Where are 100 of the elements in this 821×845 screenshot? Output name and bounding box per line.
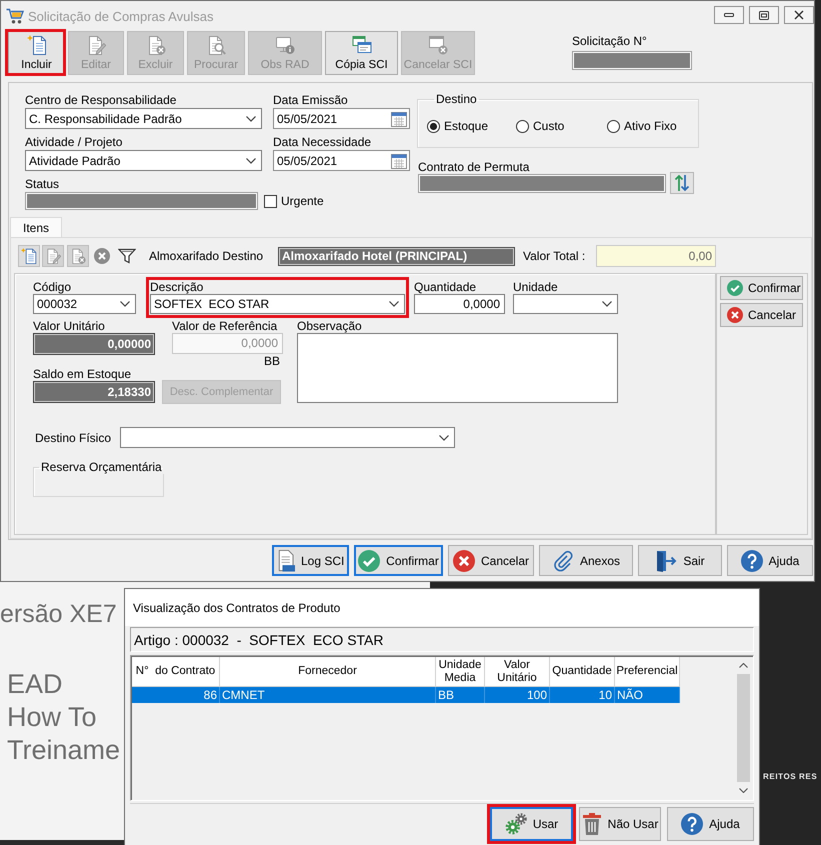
swap-button[interactable] [670,172,694,194]
action-button[interactable]: Ajuda [727,545,813,576]
input-field[interactable]: 0,0000 [414,294,505,314]
chevron-down-icon [246,158,256,164]
restore-icon [759,10,769,20]
group-title: Reserva Orçamentária [40,461,163,474]
chevron-down-icon [739,788,748,793]
action-button[interactable]: Confirmar [720,276,803,300]
field-label: Solicitação N° [572,34,648,49]
column-header: Quantidade [550,657,615,687]
dropdown-field[interactable]: SOFTEX ECO STAR [150,294,405,314]
monitor-info-icon [275,35,295,55]
radio-option[interactable]: Custo [516,119,564,133]
readonly-field[interactable] [25,192,258,210]
window-title: Visualização dos Contratos de Produto [133,600,340,614]
icon-button[interactable] [18,245,40,267]
column-header: Unidade Media [436,657,485,687]
text-area[interactable] [297,333,618,403]
table-cell: 10 [550,687,615,703]
action-button[interactable]: Ajuda [667,807,754,841]
readonly-field[interactable] [418,174,666,193]
close-icon [794,10,804,20]
readonly-field[interactable]: Almoxarifado Hotel (PRINCIPAL) [278,246,515,266]
heading-text: How To [7,701,97,734]
tab[interactable]: Itens [10,217,62,237]
check-circle-icon [727,280,743,296]
action-button[interactable]: Não Usar [579,807,661,841]
action-button[interactable]: Log SCI [272,545,349,576]
field-label: Data Necessidade [273,135,372,150]
dropdown-field[interactable]: 000032 [33,294,136,314]
document-pencil-icon [45,248,61,264]
readonly-field[interactable] [572,51,692,70]
dropdown-field[interactable]: Atividade Padrão [25,150,262,171]
action-button[interactable]: Usar [490,807,573,841]
table-cell: BB [436,687,485,703]
article-title: Artigo : 000032 - SOFTEX ECO STAR [134,632,384,648]
toolbar-button[interactable]: Incluir [8,31,65,75]
action-button[interactable]: Confirmar [354,545,443,576]
check-circle-icon [358,550,380,572]
table-cell: CMNET [220,687,436,703]
field-label: Quantidade [414,281,478,294]
unit-text: BB [264,354,281,368]
column-header: Fornecedor [220,657,436,687]
column-header: Preferencial [615,657,680,687]
heading-text: EAD [7,668,63,701]
restore-button[interactable] [749,6,779,24]
dropdown-field[interactable] [513,294,618,314]
table-row[interactable]: 86 CMNET BB 100 10 NÃO [132,687,680,703]
field-label: Data Emissão [273,93,349,108]
funnel-icon[interactable] [118,248,136,264]
version-text: ersão XE7 [0,599,117,630]
date-field[interactable]: 05/05/2021 [273,108,410,129]
window-x-icon [428,35,448,55]
action-button[interactable]: Cancelar [720,303,803,327]
up-down-arrows-icon [674,174,690,192]
scrollbar-thumb[interactable] [737,674,750,782]
document-icon [276,550,295,572]
action-button[interactable]: Cancelar [448,545,534,576]
field-label: Observação [297,320,363,333]
readonly-field[interactable]: 0,00000 [33,333,155,355]
door-arrow-icon [655,550,678,572]
minimize-icon [724,13,734,17]
paperclip-icon [552,550,574,572]
radio-option[interactable]: Ativo Fixo [607,119,677,133]
chevron-down-icon [439,434,449,440]
dropdown-field[interactable]: C. Responsabilidade Padrão [25,108,262,129]
table-cell: 100 [485,687,550,703]
field-label: Descrição [150,281,204,294]
field-label: Status [25,177,60,192]
chevron-up-icon [739,663,748,668]
x-circle-icon [452,550,475,572]
dropdown-field[interactable] [120,427,455,448]
document-x-icon [70,248,86,264]
cart-icon [6,8,24,24]
table-cell: 86 [132,687,220,703]
readonly-field[interactable]: 2,18330 [33,381,155,403]
windows-icon [352,35,372,53]
field-label: Código [33,281,72,294]
close-button[interactable] [784,6,814,24]
x-circle-icon [727,307,743,323]
column-header: N° do Contrato [132,657,220,687]
calendar-icon [391,110,407,126]
group-title: Destino [435,93,478,106]
checkbox[interactable]: Urgente [264,194,324,208]
chevron-down-icon [602,301,612,307]
total-field[interactable]: 0,00 [596,245,716,267]
action-button[interactable]: Anexos [539,545,633,576]
document-pencil-icon [86,35,106,55]
table-cell: NÃO [615,687,680,703]
chevron-down-icon [389,301,399,307]
action-button[interactable]: Sair [638,545,722,576]
field-label: Unidade [513,281,559,294]
toolbar-button[interactable]: Cópia SCI [325,31,398,75]
radio-option[interactable]: Estoque [427,119,488,133]
chevron-down-icon [246,116,256,122]
minimize-button[interactable] [714,6,744,24]
date-field[interactable]: 05/05/2021 [273,150,410,171]
column-header: Valor Unitário [485,657,550,687]
field-label: Centro de Responsabilidade [25,93,178,108]
caption-text: REITOS RES [763,772,818,782]
